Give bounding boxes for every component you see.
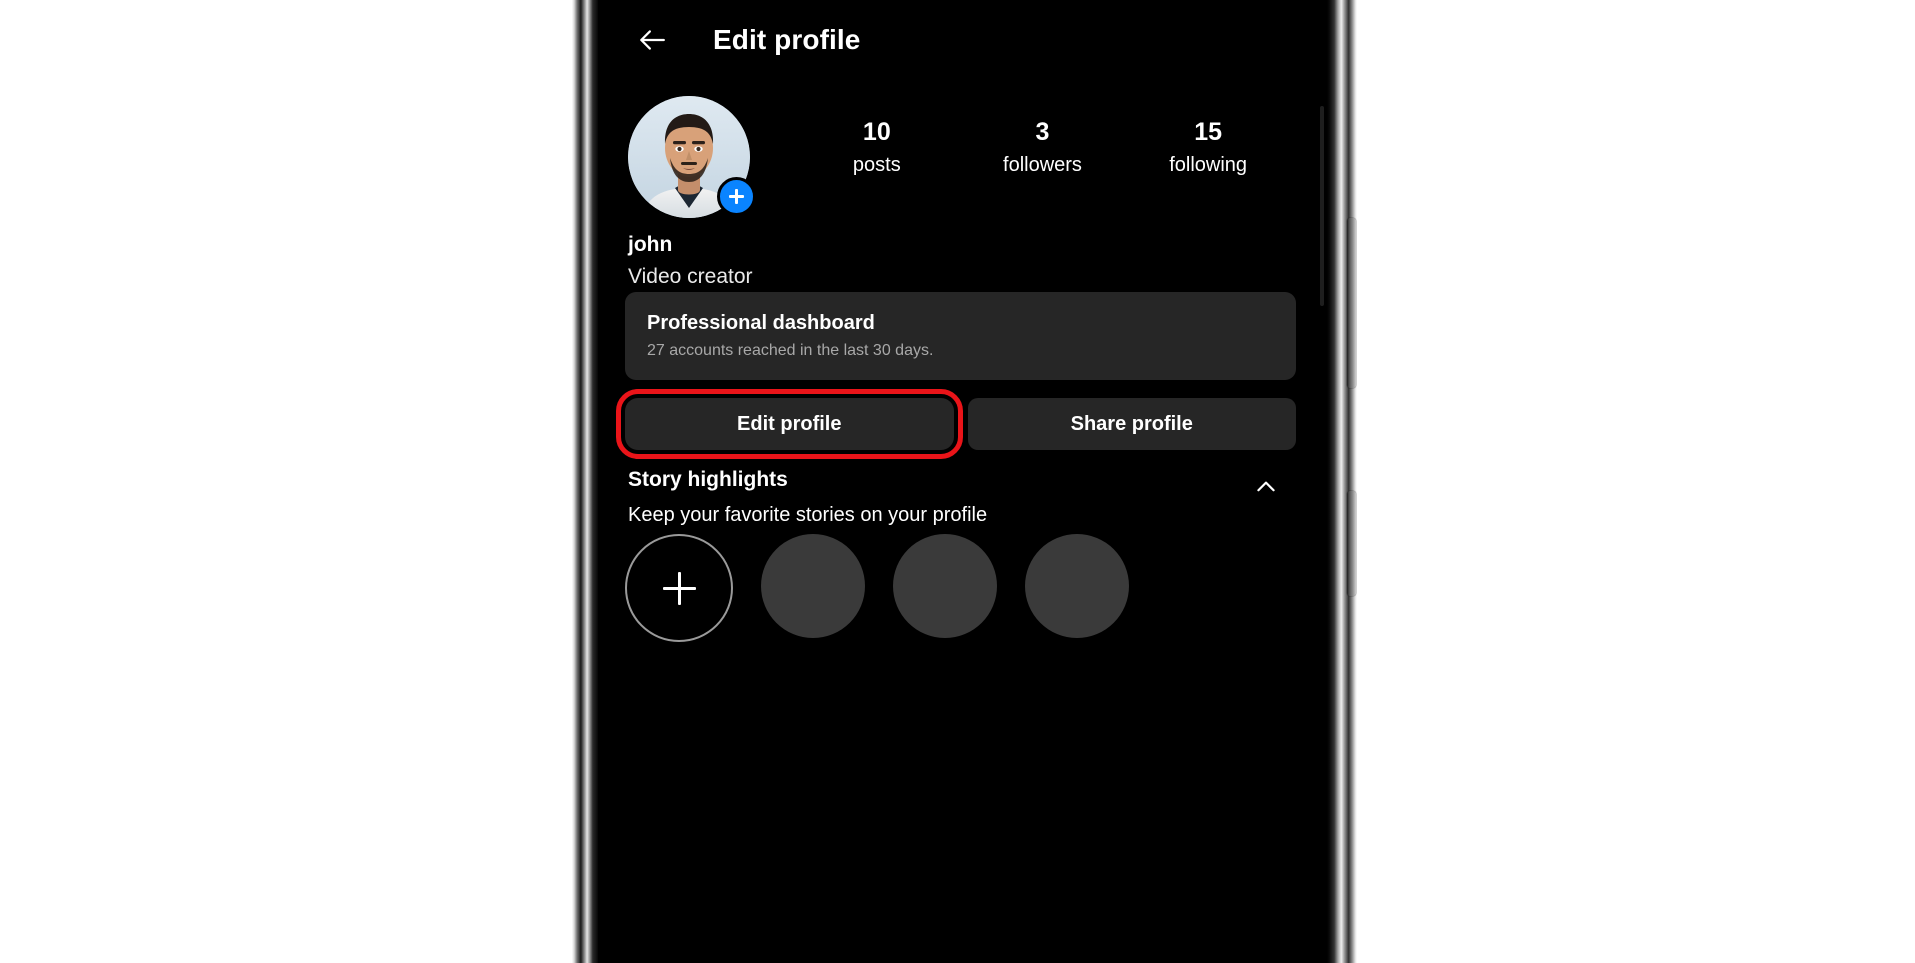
- story-highlights-title: Story highlights: [628, 468, 788, 491]
- professional-dashboard-title: Professional dashboard: [647, 312, 875, 334]
- stat-following[interactable]: 15 following: [1161, 118, 1255, 177]
- scrollbar[interactable]: [1320, 106, 1324, 306]
- phone-frame-right-edge: [1327, 0, 1357, 963]
- add-highlight-button[interactable]: [625, 534, 733, 642]
- page-background-right: [1357, 0, 1915, 963]
- profile-name-block: john Video creator: [628, 232, 1188, 291]
- phone-screen: Edit profile 10 posts 3 followers 15 fol…: [598, 0, 1327, 963]
- highlight-item[interactable]: [1025, 534, 1129, 638]
- highlight-item[interactable]: [761, 534, 865, 638]
- share-profile-button[interactable]: Share profile: [967, 398, 1296, 450]
- stat-posts[interactable]: 10 posts: [830, 118, 924, 177]
- profile-header: 10 posts 3 followers 15 following: [598, 96, 1327, 218]
- profile-stats: 10 posts 3 followers 15 following: [750, 96, 1327, 177]
- power-button[interactable]: [1347, 491, 1356, 596]
- story-highlights-list: [625, 534, 1296, 642]
- phone-device-frame: Edit profile 10 posts 3 followers 15 fol…: [572, 0, 1357, 963]
- chevron-up-icon[interactable]: [1253, 474, 1279, 505]
- screenshot-stage: Edit profile 10 posts 3 followers 15 fol…: [0, 0, 1915, 963]
- professional-dashboard-subtitle: 27 accounts reached in the last 30 days.: [647, 342, 934, 359]
- app-screen-content: Edit profile 10 posts 3 followers 15 fol…: [598, 0, 1327, 963]
- stat-following-value: 15: [1194, 118, 1223, 146]
- add-story-plus-icon[interactable]: [717, 177, 756, 216]
- profile-action-buttons: Edit profile Share profile: [616, 389, 1296, 459]
- stat-followers-value: 3: [1035, 118, 1050, 146]
- stat-posts-label: posts: [852, 153, 901, 176]
- stat-posts-value: 10: [862, 118, 891, 146]
- avatar-wrapper: [628, 96, 756, 218]
- story-highlights-texts: Story highlights Keep your favorite stor…: [628, 468, 987, 527]
- phone-frame-left-edge: [572, 0, 598, 963]
- profile-display-name: john: [628, 233, 673, 256]
- story-highlights-header[interactable]: Story highlights Keep your favorite stor…: [628, 468, 1299, 527]
- highlight-item[interactable]: [893, 534, 997, 638]
- stat-followers-label: followers: [1003, 153, 1082, 176]
- app-bar: Edit profile: [598, 0, 1327, 80]
- profile-category: Video creator: [628, 265, 753, 289]
- page-title: Edit profile: [713, 24, 861, 55]
- back-arrow-icon[interactable]: [629, 17, 675, 63]
- volume-rocker-button[interactable]: [1347, 218, 1356, 388]
- page-background-left: [0, 0, 572, 963]
- stat-followers[interactable]: 3 followers: [995, 118, 1089, 177]
- professional-dashboard-card[interactable]: Professional dashboard 27 accounts reach…: [625, 292, 1296, 380]
- edit-profile-button[interactable]: Edit profile: [616, 389, 963, 459]
- story-highlights-subtitle: Keep your favorite stories on your profi…: [628, 504, 988, 526]
- stat-following-label: following: [1169, 153, 1248, 176]
